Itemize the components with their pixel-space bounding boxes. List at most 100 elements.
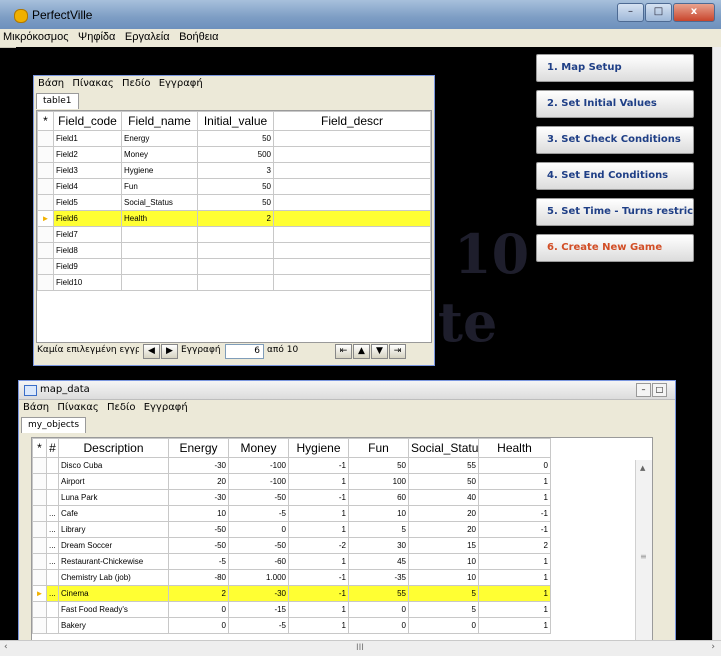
column-header[interactable]: Fun: [348, 438, 409, 458]
row-number-cell[interactable]: ...: [46, 553, 59, 570]
initial-value-cell[interactable]: 50: [197, 130, 274, 147]
previous-record-button[interactable]: ◀: [143, 344, 160, 359]
first-record-button[interactable]: ⇤: [335, 344, 352, 359]
energy-cell[interactable]: -5: [168, 553, 229, 570]
field-name-cell[interactable]: Health: [121, 210, 198, 227]
row-number-cell[interactable]: ...: [46, 585, 59, 602]
up-record-button[interactable]: ▲: [353, 344, 370, 359]
record-selector[interactable]: [32, 457, 47, 474]
social-status-cell[interactable]: 15: [408, 537, 479, 554]
table-row[interactable]: Airport 20 -100 1 100 50 1: [32, 473, 551, 490]
table-row[interactable]: Bakery 0 -5 1 0 0 1: [32, 617, 551, 634]
scroll-up-arrow[interactable]: ▲: [640, 464, 645, 472]
money-cell[interactable]: 1.000: [228, 569, 289, 586]
table-row[interactable]: Field4 Fun 50: [37, 178, 431, 195]
menu-voitheia[interactable]: Βοήθεια: [176, 29, 221, 45]
column-header[interactable]: Initial_value: [197, 111, 274, 131]
field-descr-cell[interactable]: [273, 178, 431, 195]
fun-cell[interactable]: 30: [348, 537, 409, 554]
hygiene-cell[interactable]: 1: [288, 505, 349, 522]
field-code-cell[interactable]: Field1: [53, 130, 122, 147]
money-cell[interactable]: -5: [228, 505, 289, 522]
scroll-left-arrow[interactable]: ‹: [4, 642, 8, 652]
initial-value-cell[interactable]: [197, 242, 274, 259]
table-row[interactable]: Field7: [37, 226, 431, 243]
row-number-cell[interactable]: ...: [46, 521, 59, 538]
money-cell[interactable]: -60: [228, 553, 289, 570]
table-row[interactable]: ►... Cinema 2 -30 -1 55 5 1: [32, 585, 551, 602]
field-descr-cell[interactable]: [273, 274, 431, 291]
set-end-conditions-button[interactable]: 4. Set End Conditions: [536, 162, 694, 190]
menu-psifida[interactable]: Ψηφίδα: [75, 29, 118, 45]
fun-cell[interactable]: 0: [348, 601, 409, 618]
menu-mikrokosmos[interactable]: Μικρόκοσμος: [0, 29, 72, 45]
hygiene-cell[interactable]: 1: [288, 601, 349, 618]
table-row[interactable]: Field9: [37, 258, 431, 275]
social-status-cell[interactable]: 55: [408, 457, 479, 474]
maximize-button[interactable]: □: [645, 3, 672, 22]
column-header[interactable]: Field_name: [121, 111, 198, 131]
map-data-menu-pinakas[interactable]: Πίνακας: [57, 402, 98, 413]
set-check-conditions-button[interactable]: 3. Set Check Conditions: [536, 126, 694, 154]
health-cell[interactable]: 1: [478, 617, 551, 634]
scroll-grip[interactable]: ≡: [640, 552, 647, 561]
health-cell[interactable]: 1: [478, 473, 551, 490]
row-number-cell[interactable]: [46, 473, 59, 490]
tab-my-objects[interactable]: my_objects: [21, 417, 87, 433]
field-name-cell[interactable]: Energy: [121, 130, 198, 147]
description-cell[interactable]: Cinema: [58, 585, 169, 602]
field-descr-cell[interactable]: [273, 258, 431, 275]
record-selector[interactable]: [32, 505, 47, 522]
money-cell[interactable]: -100: [228, 457, 289, 474]
social-status-cell[interactable]: 50: [408, 473, 479, 490]
column-header[interactable]: Field_code: [53, 111, 122, 131]
create-new-game-button[interactable]: 6. Create New Game: [536, 234, 694, 262]
fun-cell[interactable]: 50: [348, 457, 409, 474]
initial-value-cell[interactable]: [197, 274, 274, 291]
column-header[interactable]: Energy: [168, 438, 229, 458]
record-number-field[interactable]: 6: [225, 344, 264, 359]
table1-menu-vasi[interactable]: Βάση: [38, 78, 64, 89]
initial-value-cell[interactable]: 2: [197, 210, 274, 227]
table-row[interactable]: ... Restaurant-Chickewise -5 -60 1 45 10 1: [32, 553, 551, 570]
initial-value-cell[interactable]: 3: [197, 162, 274, 179]
map-data-vertical-scrollbar[interactable]: ▲ ≡: [635, 460, 652, 641]
record-selector[interactable]: [32, 569, 47, 586]
column-header[interactable]: Field_descr: [273, 111, 431, 131]
record-selector[interactable]: [37, 258, 54, 275]
description-cell[interactable]: Airport: [58, 473, 169, 490]
record-selector[interactable]: [37, 162, 54, 179]
table-row[interactable]: ... Cafe 10 -5 1 10 20 -1: [32, 505, 551, 522]
energy-cell[interactable]: -50: [168, 537, 229, 554]
energy-cell[interactable]: -50: [168, 521, 229, 538]
money-cell[interactable]: 0: [228, 521, 289, 538]
health-cell[interactable]: 1: [478, 553, 551, 570]
energy-cell[interactable]: -30: [168, 489, 229, 506]
map-data-menu-eggrafi[interactable]: Εγγραφή: [144, 402, 188, 413]
menu-ergaleia[interactable]: Εργαλεία: [122, 29, 173, 45]
record-selector[interactable]: ►: [37, 210, 54, 227]
set-time-restrictions-button[interactable]: 5. Set Time - Turns restrictions: [536, 198, 694, 226]
social-status-cell[interactable]: 20: [408, 505, 479, 522]
field-descr-cell[interactable]: [273, 162, 431, 179]
description-cell[interactable]: Dream Soccer: [58, 537, 169, 554]
record-selector[interactable]: [37, 146, 54, 163]
field-code-cell[interactable]: Field3: [53, 162, 122, 179]
initial-value-cell[interactable]: 50: [197, 178, 274, 195]
record-selector[interactable]: [37, 242, 54, 259]
money-cell[interactable]: -5: [228, 617, 289, 634]
row-number-cell[interactable]: ...: [46, 537, 59, 554]
energy-cell[interactable]: -80: [168, 569, 229, 586]
restore-button[interactable]: □: [652, 383, 667, 397]
scroll-grip[interactable]: III: [356, 643, 364, 653]
description-cell[interactable]: Fast Food Ready's: [58, 601, 169, 618]
initial-value-cell[interactable]: [197, 226, 274, 243]
main-vertical-scrollbar[interactable]: [712, 47, 721, 640]
record-selector[interactable]: [37, 226, 54, 243]
description-cell[interactable]: Restaurant-Chickewise: [58, 553, 169, 570]
close-button[interactable]: x: [673, 3, 715, 22]
row-number-cell[interactable]: [46, 569, 59, 586]
table-row[interactable]: Luna Park -30 -50 -1 60 40 1: [32, 489, 551, 506]
social-status-cell[interactable]: 40: [408, 489, 479, 506]
record-selector[interactable]: [37, 274, 54, 291]
